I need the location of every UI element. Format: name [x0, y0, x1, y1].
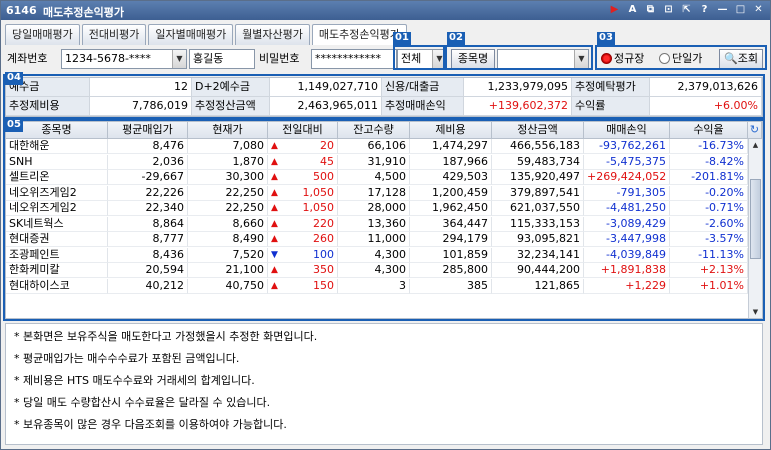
account-label: 계좌번호: [7, 52, 48, 65]
highlight-box-02: [445, 45, 593, 70]
note-text: * 제비용은 HTS 매도수수료와 거래세의 합계입니다.: [14, 374, 255, 387]
window-title: 매도추정손익평가: [43, 6, 124, 19]
title-bar[interactable]: 6146 매도추정손익평가 ▶ A ⧉ ⊡ ⇱ ? — □ ✕: [1, 1, 770, 20]
screen-number: 6146: [6, 4, 37, 17]
note-text: * 당일 매도 수량합산시 수수료율은 달라질 수 있습니다.: [14, 396, 271, 409]
highlight-box-05: [3, 119, 765, 321]
font-icon[interactable]: A: [625, 3, 640, 17]
main-window: 6146 매도추정손익평가 ▶ A ⧉ ⊡ ⇱ ? — □ ✕ 당일매매평가 전…: [0, 0, 771, 450]
highlight-box-04: [3, 74, 765, 119]
tab-bar: 당일매매평가 전대비평가 일자별매매평가 월별자산평가 매도추정손익평가: [5, 24, 409, 45]
badge-05: 05: [5, 119, 23, 132]
help-icon[interactable]: ?: [697, 3, 712, 17]
highlight-box-01: [393, 45, 445, 70]
link-icon[interactable]: ⊡: [661, 3, 676, 17]
tab-prev-day[interactable]: 전대비평가: [81, 24, 147, 45]
badge-02: 02: [447, 32, 465, 45]
title-button-group: ▶ A ⧉ ⊡ ⇱ ? — □ ✕: [607, 3, 766, 17]
highlight-box-03: [595, 45, 767, 70]
badge-04: 04: [5, 72, 23, 85]
account-name: 홍길동: [193, 52, 224, 65]
tab-monthly[interactable]: 월별자산평가: [235, 24, 310, 45]
note-text: * 보유종목이 많은 경우 다음조회를 이용하여야 가능합니다.: [14, 418, 287, 431]
badge-01: 01: [393, 32, 411, 45]
copy-icon[interactable]: ⧉: [643, 3, 658, 17]
account-value: 1234-5678-****: [65, 52, 151, 65]
tab-by-date[interactable]: 일자별매매평가: [148, 24, 234, 45]
close-icon[interactable]: ✕: [751, 3, 766, 17]
password-value: ************: [315, 52, 381, 65]
play-icon[interactable]: ▶: [607, 3, 622, 17]
account-select[interactable]: 1234-5678-**** ▼: [61, 49, 187, 69]
tab-daily-trade[interactable]: 당일매매평가: [5, 24, 80, 45]
export-icon[interactable]: ⇱: [679, 3, 694, 17]
password-field[interactable]: ************: [311, 49, 397, 69]
minimize-icon[interactable]: —: [715, 3, 730, 17]
account-name-field: 홍길동: [189, 49, 255, 69]
notes-panel: * 본화면은 보유주식을 매도한다고 가정했을시 추정한 화면입니다. * 평균…: [5, 323, 763, 445]
password-label: 비밀번호: [259, 52, 300, 65]
badge-03: 03: [597, 32, 615, 45]
chevron-down-icon[interactable]: ▼: [172, 50, 186, 68]
note-text: * 본화면은 보유주식을 매도한다고 가정했을시 추정한 화면입니다.: [14, 330, 318, 343]
maximize-icon[interactable]: □: [733, 3, 748, 17]
note-text: * 평균매입가는 매수수수료가 포함된 금액입니다.: [14, 352, 240, 365]
